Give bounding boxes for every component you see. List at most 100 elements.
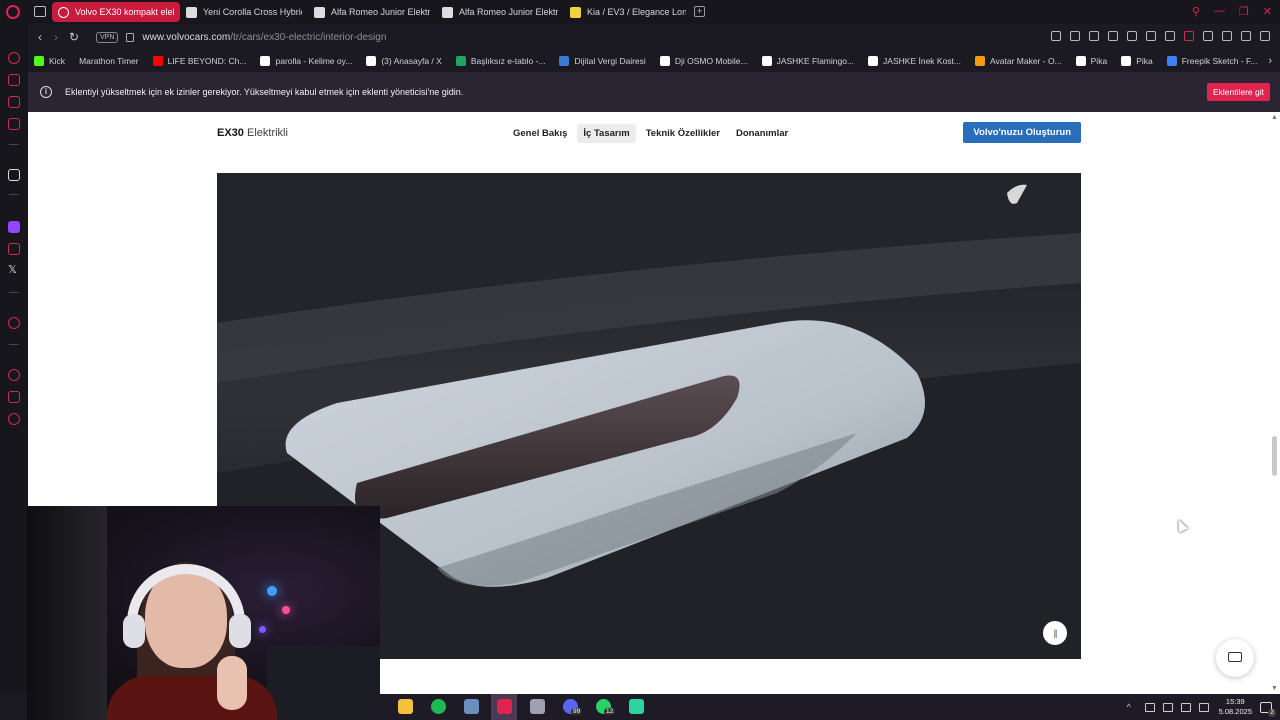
split-view-icon[interactable] — [1051, 31, 1061, 41]
pause-icon[interactable]: || — [1043, 621, 1067, 645]
app-icon[interactable] — [464, 699, 479, 714]
volume-icon[interactable] — [1198, 702, 1209, 712]
bookmark-item[interactable]: Pika — [1075, 56, 1107, 66]
chat-button[interactable] — [1216, 639, 1254, 677]
app-badge: 99 — [571, 708, 583, 715]
bookmark-item[interactable]: LIFE BEYOND: Ch... — [152, 56, 247, 66]
play-icon[interactable] — [1146, 31, 1156, 41]
display-icon[interactable] — [1180, 702, 1191, 712]
sidebar-divider — [9, 194, 19, 195]
extension-notice: i Eklentiyi yükseltmek için ek izinler g… — [28, 72, 1280, 112]
search-icon[interactable]: ⚲ — [1192, 5, 1200, 18]
bookmark-item[interactable]: Avatar Maker - O... — [975, 56, 1062, 66]
headset-earcup — [123, 614, 145, 648]
scroll-up-icon[interactable]: ▲ — [1271, 114, 1278, 121]
site-menu-item[interactable]: Donanımlar — [730, 124, 794, 143]
news-icon[interactable] — [8, 118, 20, 130]
close-icon[interactable]: ✕ — [1263, 5, 1272, 18]
lock-icon[interactable] — [126, 32, 135, 42]
rgb-light — [282, 606, 290, 614]
site-menu-item[interactable]: Teknik Özellikler — [640, 124, 726, 143]
url-field[interactable]: www.volvocars.com/tr/cars/ex30-electric/… — [142, 32, 386, 43]
menu-icon[interactable] — [1260, 31, 1270, 41]
spotify-icon[interactable] — [431, 699, 446, 714]
gx-corner-icon[interactable] — [8, 96, 20, 108]
tab-2[interactable]: Yeni Corolla Cross Hybrid — [180, 2, 308, 22]
bookmark-item[interactable]: (3) Anasayfa / X — [366, 56, 442, 66]
opera-gx-icon[interactable] — [497, 699, 512, 714]
tab-4[interactable]: Alfa Romeo Junior Elektrik — [436, 2, 564, 22]
download-icon[interactable] — [1241, 31, 1251, 41]
bookmark-item[interactable]: Dji OSMO Mobile... — [659, 56, 748, 66]
bookmark-favicon-icon — [34, 56, 44, 66]
shield-icon[interactable] — [1108, 31, 1118, 41]
settings-icon[interactable] — [8, 413, 20, 425]
microphone-icon[interactable] — [1144, 702, 1155, 712]
minimize-icon[interactable]: — — [1214, 5, 1225, 18]
bookmark-label: LIFE BEYOND: Ch... — [167, 56, 247, 66]
player-icon[interactable] — [8, 317, 20, 329]
app-icon-2[interactable] — [530, 699, 545, 714]
new-tab-icon[interactable]: + — [694, 6, 705, 17]
back-icon[interactable]: ‹ — [32, 30, 48, 44]
bookmark-label: Freepik Sketch - F... — [1181, 56, 1258, 66]
alfa-romeo-icon — [442, 6, 453, 18]
chevron-up-icon[interactable]: ^ — [1127, 702, 1137, 712]
rgb-light — [267, 586, 277, 596]
vpn-badge[interactable]: VPN — [96, 31, 119, 43]
clock[interactable]: 15:39 5.08.2025 — [1219, 697, 1252, 717]
aria-icon[interactable] — [8, 52, 20, 64]
file-explorer-icon[interactable] — [398, 699, 413, 714]
bookmarks-overflow-icon[interactable]: › — [1268, 55, 1272, 67]
scrollbar-thumb[interactable] — [1272, 436, 1277, 476]
bookmark-favicon-icon — [761, 56, 772, 66]
site-menu-item[interactable]: İç Tasarım — [577, 124, 636, 143]
tab-1[interactable]: Volvo EX30 kompakt elek — [52, 2, 180, 22]
twitch-icon[interactable] — [8, 221, 20, 233]
bookmark-item[interactable]: Başlıksız e-tablo -... — [455, 56, 545, 66]
bookmark-item[interactable]: Freepik Sketch - F... — [1166, 56, 1258, 66]
window-controls: ⚲ — ❐ ✕ — [1192, 5, 1272, 18]
maximize-icon[interactable]: ❐ — [1239, 5, 1249, 18]
heart-icon[interactable] — [1165, 31, 1175, 41]
opera-logo-icon[interactable] — [6, 5, 20, 19]
go-to-extensions-button[interactable]: Eklentilere git — [1206, 83, 1270, 101]
network-icon[interactable] — [1162, 702, 1173, 712]
bookmark-item[interactable]: Kick — [34, 56, 65, 66]
chat-icon — [1228, 652, 1242, 662]
model-brand[interactable]: EX30 Elektrikli — [217, 127, 288, 139]
streamer-body — [107, 676, 277, 720]
bookmark-item[interactable]: Marathon Timer — [79, 56, 139, 66]
extensions-icon[interactable] — [8, 391, 20, 403]
tab-5[interactable]: Kia / EV3 / Elegance Long — [564, 2, 692, 22]
ai-icon[interactable] — [8, 169, 20, 181]
page-scrollbar[interactable]: ▲ ▼ — [1270, 112, 1280, 694]
bookmark-favicon-icon — [559, 56, 570, 66]
gx-control-icon[interactable] — [8, 74, 20, 86]
app-icon-3[interactable] — [629, 699, 644, 714]
bookmark-item[interactable]: parolla - Kelime oy... — [260, 56, 352, 66]
tab-3[interactable]: Alfa Romeo Junior Elektrik — [308, 2, 436, 22]
scroll-down-icon[interactable]: ▼ — [1271, 685, 1278, 692]
headset-earcup — [229, 614, 251, 648]
profile-icon[interactable] — [1222, 31, 1232, 41]
instagram-icon[interactable] — [8, 243, 20, 255]
reload-icon[interactable]: ↻ — [66, 30, 82, 44]
history-icon[interactable] — [8, 369, 20, 381]
bookmark-item[interactable]: Dijital Vergi Dairesi — [559, 56, 646, 66]
build-your-volvo-button[interactable]: Volvo'nuzu Oluşturun — [963, 122, 1081, 143]
workspaces-icon[interactable] — [34, 6, 46, 17]
pin-icon[interactable] — [1070, 31, 1080, 41]
bookmark-item[interactable]: JASHKE İnek Kost... — [868, 56, 961, 66]
forward-icon[interactable]: › — [48, 30, 64, 44]
x-icon[interactable]: 𝕏 — [8, 265, 20, 277]
snapshot-icon[interactable] — [1089, 31, 1099, 41]
address-bar: ‹ › ↻ VPN www.volvocars.com/tr/cars/ex30… — [28, 24, 1280, 50]
close-x-icon[interactable] — [1127, 31, 1137, 41]
bookmark-item[interactable]: JASHKE Flamingo... — [761, 56, 854, 66]
desk-background — [267, 646, 380, 720]
bookmark-item[interactable]: Pika — [1121, 56, 1153, 66]
extensions-puzzle-icon[interactable] — [1203, 31, 1213, 41]
site-menu-item[interactable]: Genel Bakış — [507, 124, 573, 143]
notification-icon[interactable]: 2 — [1260, 701, 1276, 717]
